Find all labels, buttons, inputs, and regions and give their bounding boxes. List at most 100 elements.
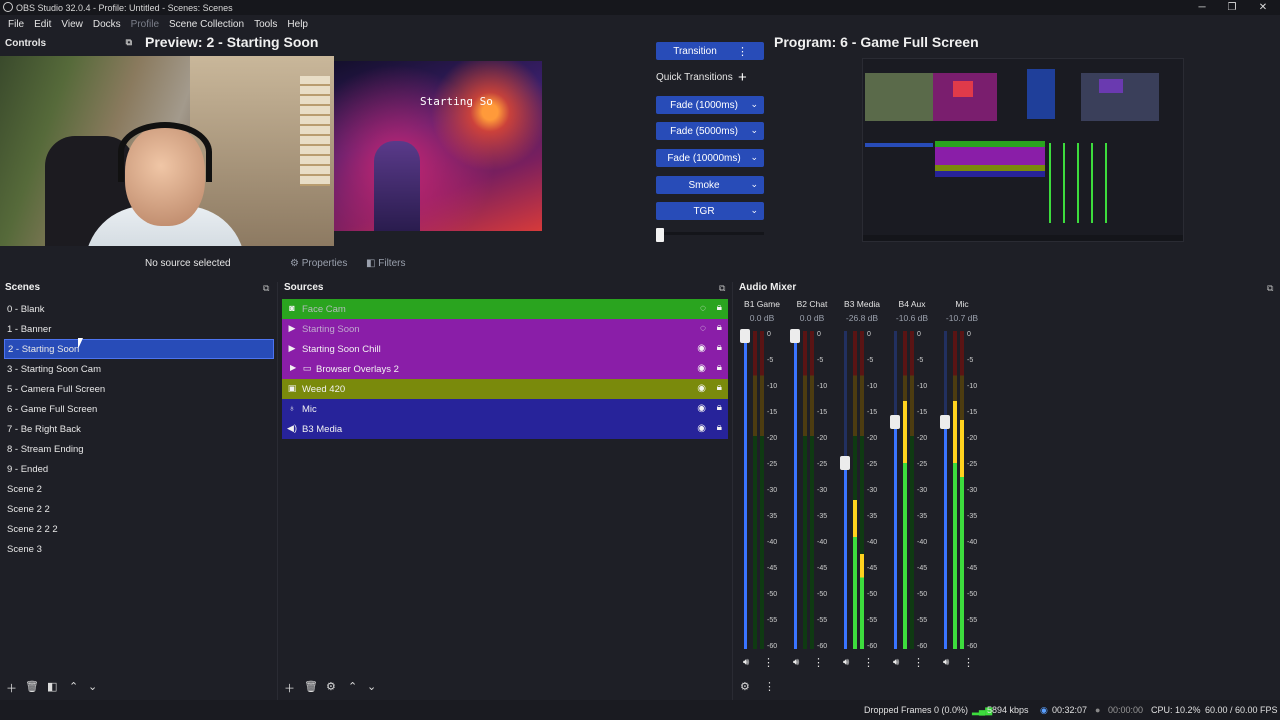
move-scene-up-button[interactable]: ⌃ <box>69 680 78 693</box>
menu-scene-collection[interactable]: Scene Collection <box>165 19 248 30</box>
scene-item[interactable]: 1 - Banner <box>4 319 274 339</box>
menu-help[interactable]: Help <box>283 19 312 30</box>
visibility-hidden-icon[interactable]: ◌ <box>700 323 706 334</box>
transition-button[interactable]: Transition ⋮ <box>656 42 764 60</box>
undock-icon[interactable]: ⧉ <box>126 37 132 48</box>
lock-icon[interactable]: 🔒︎ <box>717 422 722 433</box>
volume-fader-knob[interactable] <box>740 329 750 343</box>
source-row-b3-media[interactable]: ◀) B3 Media ◉ 🔒︎ <box>282 419 728 439</box>
channel-menu-icon[interactable]: ⋮ <box>863 656 874 669</box>
quick-transition-fade-10000[interactable]: Fade (10000ms) ⌄ <box>656 149 764 167</box>
channel-menu-icon[interactable]: ⋮ <box>763 656 774 669</box>
maximize-button[interactable]: ❐ <box>1217 0 1247 15</box>
add-quick-transition-button[interactable]: + <box>738 69 747 86</box>
lock-icon[interactable]: 🔒︎ <box>717 362 722 373</box>
db-scale-tick: -55 <box>867 617 878 624</box>
channel-menu-icon[interactable]: ⋮ <box>913 656 924 669</box>
scene-item[interactable]: Scene 2 2 2 <box>4 519 274 539</box>
remove-scene-button[interactable]: 🗑︎ <box>25 680 39 693</box>
move-scene-down-button[interactable]: ⌄ <box>88 680 97 693</box>
advanced-audio-properties-button[interactable]: ⚙ <box>740 680 750 693</box>
mute-speaker-icon[interactable]: 🔊︎ <box>793 657 799 668</box>
lock-icon[interactable]: 🔒︎ <box>717 382 722 393</box>
starting-soon-scene-preview[interactable]: Starting So <box>334 61 542 231</box>
scene-item[interactable]: 8 - Stream Ending <box>4 439 274 459</box>
filters-button[interactable]: ◧ Filters <box>366 258 405 269</box>
mute-speaker-icon[interactable]: 🔊︎ <box>743 657 749 668</box>
source-row-mic[interactable]: ♁ Mic ◉ 🔒︎ <box>282 399 728 419</box>
source-row-weed-420[interactable]: ▣ Weed 420 ◉ 🔒︎ <box>282 379 728 399</box>
remove-source-button[interactable]: 🗑︎ <box>304 680 318 693</box>
move-source-down-button[interactable]: ⌄ <box>367 680 376 693</box>
menu-view[interactable]: View <box>57 19 87 30</box>
properties-label: Properties <box>301 258 348 269</box>
close-button[interactable]: ✕ <box>1248 0 1278 15</box>
volume-fader-knob[interactable] <box>840 456 850 470</box>
channel-menu-icon[interactable]: ⋮ <box>813 656 824 669</box>
add-source-button[interactable]: ＋ <box>284 680 295 696</box>
scene-item[interactable]: 3 - Starting Soon Cam <box>4 359 274 379</box>
add-scene-button[interactable]: ＋ <box>6 680 17 696</box>
menu-file[interactable]: File <box>4 19 28 30</box>
menu-edit[interactable]: Edit <box>30 19 55 30</box>
undock-icon[interactable]: ⧉ <box>719 283 725 294</box>
undock-icon[interactable]: ⧉ <box>263 283 269 294</box>
mute-speaker-icon[interactable]: 🔊︎ <box>893 657 899 668</box>
db-scale-tick: -20 <box>767 435 778 442</box>
character-figure <box>374 141 420 231</box>
quick-transition-tgr[interactable]: TGR ⌄ <box>656 202 764 220</box>
expand-chevron-icon[interactable]: ▶ <box>290 363 296 372</box>
visibility-eye-icon[interactable]: ◉ <box>697 383 706 394</box>
visibility-eye-icon[interactable]: ◉ <box>697 403 706 414</box>
source-row-starting-soon[interactable]: ▶ Starting Soon ◌ 🔒︎ <box>282 319 728 339</box>
webcam-source-preview[interactable] <box>0 56 334 246</box>
quick-transition-smoke[interactable]: Smoke ⌄ <box>656 176 764 194</box>
undock-icon[interactable]: ⧉ <box>1267 283 1273 294</box>
source-row-face-cam[interactable]: ◙ Face Cam ◌ 🔒︎ <box>282 299 728 319</box>
scene-item[interactable]: 6 - Game Full Screen <box>4 399 274 419</box>
scene-item[interactable]: 9 - Ended <box>4 459 274 479</box>
lock-icon[interactable]: 🔒︎ <box>717 302 722 313</box>
lock-icon[interactable]: 🔒︎ <box>717 322 722 333</box>
source-label: Weed 420 <box>302 383 346 395</box>
visibility-hidden-icon[interactable]: ◌ <box>700 303 706 314</box>
menu-docks[interactable]: Docks <box>89 19 125 30</box>
transition-slider-handle[interactable] <box>656 228 664 242</box>
quick-transition-fade-5000[interactable]: Fade (5000ms) ⌄ <box>656 122 764 140</box>
source-row-browser-overlays-2[interactable]: ▶ ▭ Browser Overlays 2 ◉ 🔒︎ <box>282 359 728 379</box>
mute-speaker-icon[interactable]: 🔊︎ <box>943 657 949 668</box>
source-row-starting-soon-chill[interactable]: ▶ Starting Soon Chill ◉ 🔒︎ <box>282 339 728 359</box>
scene-item[interactable]: Scene 3 <box>4 539 274 559</box>
source-properties-button[interactable]: ⚙ <box>326 680 336 693</box>
volume-fader-knob[interactable] <box>890 415 900 429</box>
quick-transition-fade-1000[interactable]: Fade (1000ms) ⌄ <box>656 96 764 114</box>
mute-speaker-icon[interactable]: 🔊︎ <box>843 657 849 668</box>
transition-slider[interactable] <box>656 228 764 242</box>
mixer-menu-button[interactable]: ⋮ <box>764 680 775 693</box>
volume-fader-knob[interactable] <box>940 415 950 429</box>
program-output[interactable] <box>862 58 1184 242</box>
minimize-button[interactable]: ─ <box>1187 0 1217 15</box>
source-toolbar: No source selected ⚙ Properties ◧ Filter… <box>140 254 1280 274</box>
scene-label: 2 - Starting Soon <box>8 343 80 355</box>
chevron-down-icon: ⌄ <box>750 152 758 162</box>
visibility-eye-icon[interactable]: ◉ <box>697 423 706 434</box>
lock-icon[interactable]: 🔒︎ <box>717 342 722 353</box>
scene-item[interactable]: 5 - Camera Full Screen <box>4 379 274 399</box>
visibility-eye-icon[interactable]: ◉ <box>697 343 706 354</box>
scene-filters-button[interactable]: ◧ <box>47 680 57 693</box>
more-vertical-icon[interactable]: ⋮ <box>737 45 748 58</box>
move-source-up-button[interactable]: ⌃ <box>348 680 357 693</box>
properties-button[interactable]: ⚙ Properties <box>290 258 347 269</box>
menu-tools[interactable]: Tools <box>250 19 281 30</box>
scene-item[interactable]: Scene 2 2 <box>4 499 274 519</box>
volume-fader-knob[interactable] <box>790 329 800 343</box>
scene-item[interactable]: Scene 2 <box>4 479 274 499</box>
scene-item[interactable]: 0 - Blank <box>4 299 274 319</box>
scene-item[interactable]: 7 - Be Right Back <box>4 419 274 439</box>
visibility-eye-icon[interactable]: ◉ <box>697 363 706 374</box>
lock-icon[interactable]: 🔒︎ <box>717 402 722 413</box>
scene-item-selected[interactable]: 2 - Starting Soon <box>4 339 274 359</box>
menu-profile[interactable]: Profile <box>127 19 163 30</box>
channel-menu-icon[interactable]: ⋮ <box>963 656 974 669</box>
